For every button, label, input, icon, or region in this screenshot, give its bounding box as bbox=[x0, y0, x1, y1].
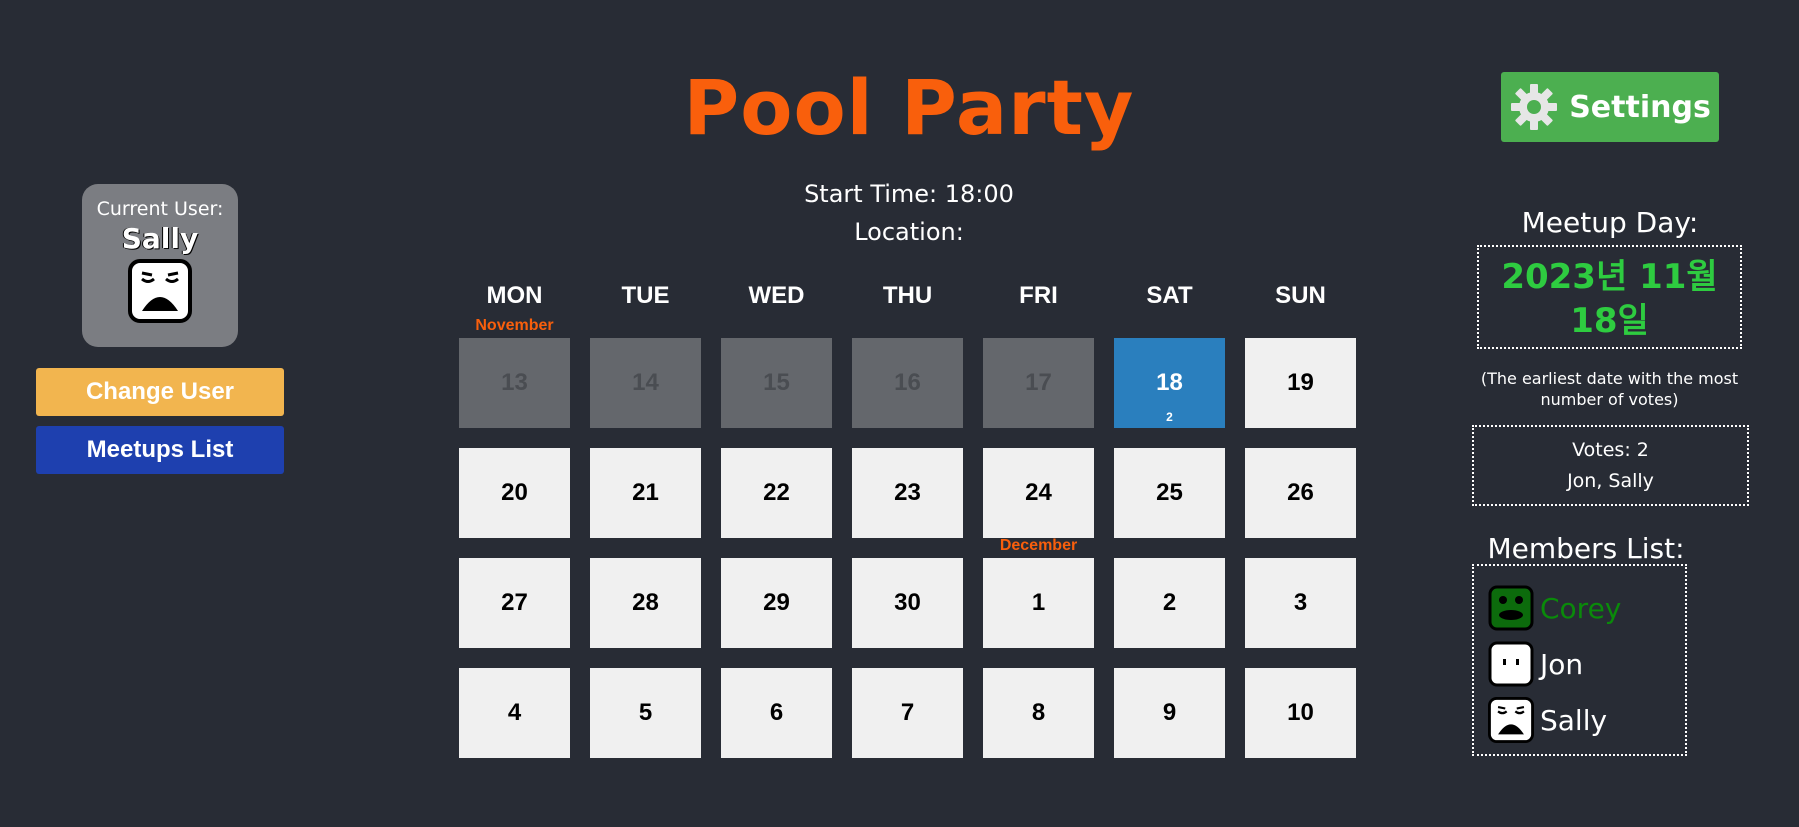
change-user-button[interactable]: Change User bbox=[36, 368, 284, 416]
calendar-day-cell[interactable]: 20 bbox=[459, 448, 570, 538]
calendar-day-cell[interactable]: 5 bbox=[590, 668, 701, 758]
meetup-day-heading: Meetup Day: bbox=[1521, 206, 1699, 239]
day-number: 29 bbox=[763, 589, 790, 616]
month-label: November bbox=[475, 317, 554, 334]
day-number: 23 bbox=[894, 479, 921, 506]
member-item: Jon bbox=[1488, 636, 1685, 692]
calendar-day-cell[interactable]: 25 bbox=[1114, 448, 1225, 538]
calendar-day-cell: 16 bbox=[852, 338, 963, 428]
current-user-card: Current User: Sally bbox=[82, 184, 238, 347]
calendar-day-cell[interactable]: 10 bbox=[1245, 668, 1356, 758]
voters-list: Jon, Sally bbox=[1567, 470, 1654, 492]
calendar-day-cell[interactable]: 1 bbox=[983, 558, 1094, 648]
day-number: 9 bbox=[1162, 699, 1177, 726]
day-number: 17 bbox=[1025, 369, 1052, 396]
dow-sat: SAT bbox=[1146, 282, 1193, 309]
day-vote-count: 2 bbox=[1166, 410, 1173, 424]
calendar-day-cell[interactable]: 4 bbox=[459, 668, 570, 758]
day-number: 13 bbox=[501, 369, 528, 396]
calendar-day-cell[interactable]: 26 bbox=[1245, 448, 1356, 538]
day-number: 10 bbox=[1287, 699, 1314, 726]
members-list: Corey Jon Sally bbox=[1472, 564, 1687, 756]
day-number: 26 bbox=[1287, 479, 1314, 506]
day-number: 3 bbox=[1293, 589, 1308, 616]
dow-sun: SUN bbox=[1275, 282, 1326, 309]
calendar-day-cell[interactable]: 8 bbox=[983, 668, 1094, 758]
votes-count: Votes: 2 bbox=[1572, 439, 1649, 461]
dow-thu: THU bbox=[882, 282, 933, 309]
dow-mon: MON bbox=[486, 282, 543, 309]
sad-face-icon bbox=[128, 259, 192, 323]
green-blob-face-icon bbox=[1488, 585, 1534, 631]
votes-box: Votes: 2 Jon, Sally bbox=[1472, 425, 1749, 506]
calendar-day-cell[interactable]: 19 bbox=[1245, 338, 1356, 428]
calendar-day-cell[interactable]: 23 bbox=[852, 448, 963, 538]
day-number: 22 bbox=[763, 479, 790, 506]
day-number: 1 bbox=[1031, 589, 1046, 616]
calendar-day-cell[interactable]: 9 bbox=[1114, 668, 1225, 758]
day-number: 24 bbox=[1025, 479, 1052, 506]
calendar-day-cell: 17 bbox=[983, 338, 1094, 428]
member-item: Sally bbox=[1488, 692, 1685, 748]
meetup-note: (The earliest date with the most number … bbox=[1480, 369, 1739, 409]
member-name: Sally bbox=[1540, 703, 1608, 737]
day-number: 20 bbox=[501, 479, 528, 506]
calendar-day-cell[interactable]: 28 bbox=[590, 558, 701, 648]
day-number: 2 bbox=[1162, 589, 1177, 616]
neutral-face-icon bbox=[1488, 641, 1534, 687]
day-number: 30 bbox=[894, 589, 921, 616]
meetups-list-button[interactable]: Meetups List bbox=[36, 426, 284, 474]
settings-label: Settings bbox=[1569, 89, 1711, 125]
day-number: 21 bbox=[632, 479, 659, 506]
calendar-day-cell[interactable]: 3 bbox=[1245, 558, 1356, 648]
day-number: 4 bbox=[507, 699, 522, 726]
calendar-day-cell[interactable]: 29 bbox=[721, 558, 832, 648]
calendar-day-cell[interactable]: 18 2 bbox=[1114, 338, 1225, 428]
calendar-day-cell[interactable]: 22 bbox=[721, 448, 832, 538]
calendar-day-cell[interactable]: 24 bbox=[983, 448, 1094, 538]
sad-face-icon bbox=[1488, 697, 1534, 743]
calendar-day-cell[interactable]: 27 bbox=[459, 558, 570, 648]
day-number: 28 bbox=[632, 589, 659, 616]
day-number: 18 bbox=[1156, 369, 1183, 396]
day-number: 5 bbox=[638, 699, 653, 726]
day-number: 16 bbox=[894, 369, 921, 396]
calendar-day-cell[interactable]: 21 bbox=[590, 448, 701, 538]
calendar-day-cell[interactable]: 6 bbox=[721, 668, 832, 758]
day-number: 25 bbox=[1156, 479, 1183, 506]
calendar-day-cell[interactable]: 7 bbox=[852, 668, 963, 758]
day-number: 14 bbox=[632, 369, 659, 396]
day-number: 7 bbox=[900, 699, 915, 726]
calendar-day-cell[interactable]: 30 bbox=[852, 558, 963, 648]
day-number: 8 bbox=[1031, 699, 1046, 726]
meetup-date: 2023년 11월 18일 bbox=[1477, 245, 1742, 349]
current-user-name: Sally bbox=[121, 222, 199, 255]
day-number: 6 bbox=[769, 699, 784, 726]
member-name: Corey bbox=[1540, 591, 1622, 625]
calendar-day-cell[interactable]: 2 bbox=[1114, 558, 1225, 648]
day-number: 19 bbox=[1287, 369, 1314, 396]
calendar-day-cell: 14 bbox=[590, 338, 701, 428]
dow-wed: WED bbox=[748, 282, 805, 309]
current-user-label: Current User: bbox=[96, 198, 224, 220]
calendar-day-cell: 13 bbox=[459, 338, 570, 428]
calendar-day-cell: 15 bbox=[721, 338, 832, 428]
gear-icon bbox=[1511, 84, 1558, 130]
dow-fri: FRI bbox=[1019, 282, 1058, 309]
day-number: 27 bbox=[501, 589, 528, 616]
dow-tue: TUE bbox=[621, 282, 670, 309]
member-name: Jon bbox=[1540, 647, 1584, 681]
member-item: Corey bbox=[1488, 580, 1685, 636]
members-heading: Members List: bbox=[1487, 532, 1685, 565]
start-time: Start Time: 18:00 bbox=[804, 180, 1014, 208]
settings-button[interactable]: Settings bbox=[1501, 72, 1719, 142]
day-number: 15 bbox=[763, 369, 790, 396]
month-label: December bbox=[999, 537, 1078, 554]
